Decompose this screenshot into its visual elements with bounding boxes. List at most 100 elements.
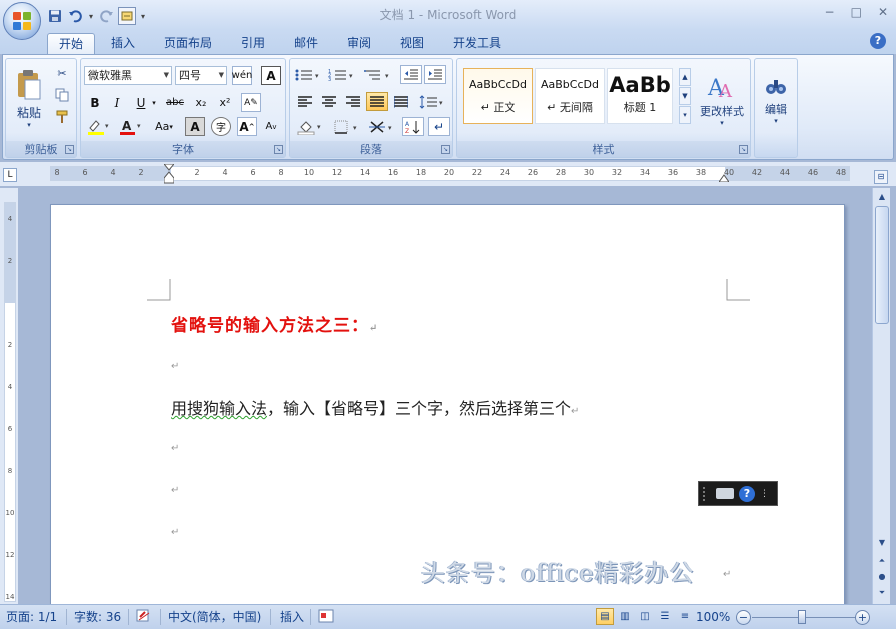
justify-icon[interactable] <box>366 92 388 111</box>
grow-font-button[interactable]: A ^ <box>237 117 257 136</box>
paste-button[interactable]: 粘贴 ▾ <box>9 61 49 137</box>
office-button[interactable] <box>3 2 41 40</box>
align-center-icon[interactable] <box>318 92 340 111</box>
zoom-out-button[interactable]: − <box>736 610 751 625</box>
heading-paragraph[interactable]: 省略号的输入方法之三：↵ <box>171 311 378 336</box>
char-border-icon[interactable]: A <box>261 66 281 85</box>
shrink-font-button[interactable]: Av <box>261 117 281 136</box>
align-left-icon[interactable] <box>294 92 316 111</box>
enclose-chars-icon[interactable]: 字 <box>211 117 231 136</box>
paragraph-launcher-icon[interactable]: ↘ <box>441 145 450 154</box>
ime-toolbar[interactable]: ? ⋮ <box>698 481 778 506</box>
show-marks-icon[interactable]: ↵ <box>428 117 450 136</box>
style-no-spacing[interactable]: AaBbCcDd ↵ 无间隔 <box>535 68 605 124</box>
close-button[interactable]: ✕ <box>878 5 888 19</box>
tab-insert[interactable]: 插入 <box>100 33 146 54</box>
numbering-icon[interactable]: 1 2 3 ▾ <box>326 65 358 84</box>
ime-options-icon[interactable]: ⋮ <box>760 489 769 499</box>
browse-object-icon[interactable]: ● <box>874 570 890 584</box>
styles-launcher-icon[interactable]: ↘ <box>739 145 748 154</box>
scroll-up-icon[interactable]: ▲ <box>874 190 890 204</box>
tab-developer[interactable]: 开发工具 <box>442 33 512 54</box>
styles-more-icon[interactable]: ▾ <box>679 106 691 124</box>
highlight-color-button[interactable]: ▾ <box>85 117 113 136</box>
distributed-icon[interactable] <box>390 92 412 111</box>
tab-review[interactable]: 审阅 <box>336 33 382 54</box>
shading-icon[interactable]: ▾ <box>294 117 328 136</box>
zoom-in-button[interactable]: + <box>855 610 870 625</box>
document-page[interactable]: 省略号的输入方法之三：↵ ↵ 用搜狗输入法，输入【省略号】三个字，然后选择第三个… <box>50 204 845 604</box>
empty-paragraph-4[interactable]: ↵ <box>171 527 179 538</box>
font-size-combo[interactable]: 四号 ▼ <box>175 66 227 85</box>
decrease-indent-icon[interactable] <box>400 65 422 84</box>
tab-view[interactable]: 视图 <box>389 33 435 54</box>
clipboard-launcher-icon[interactable]: ↘ <box>65 145 74 154</box>
body-paragraph[interactable]: 用搜狗输入法，输入【省略号】三个字，然后选择第三个↵ <box>171 395 579 419</box>
view-ruler-icon[interactable]: ⊟ <box>874 170 888 184</box>
superscript-button[interactable]: x² <box>215 93 235 112</box>
sort-icon[interactable]: AZ <box>402 117 424 136</box>
strikethrough-button[interactable]: abc <box>163 93 187 112</box>
previous-page-icon[interactable]: ⏶ <box>874 554 890 568</box>
empty-paragraph-3[interactable]: ↵ <box>171 485 179 496</box>
style-normal[interactable]: AaBbCcDd ↵ 正文 <box>463 68 533 124</box>
phonetic-guide-icon[interactable]: wén <box>232 66 252 85</box>
bullets-icon[interactable]: ▾ <box>292 65 324 84</box>
ime-help-icon[interactable]: ? <box>739 485 755 502</box>
clear-formatting-icon[interactable]: A✎ <box>241 93 261 112</box>
indent-marker-icon[interactable] <box>164 164 174 184</box>
outline-icon[interactable]: ☰ <box>656 608 674 625</box>
underline-button[interactable]: U <box>131 93 151 112</box>
font-color-button[interactable]: A ▾ <box>117 117 145 136</box>
tab-home[interactable]: 开始 <box>47 33 96 54</box>
next-page-icon[interactable]: ⏷ <box>874 586 890 600</box>
ime-grip-icon[interactable] <box>703 486 711 501</box>
macro-record-icon[interactable] <box>318 609 334 625</box>
copy-icon[interactable] <box>52 85 72 105</box>
draft-icon[interactable]: ≡ <box>676 608 694 625</box>
increase-indent-icon[interactable] <box>424 65 446 84</box>
language-indicator[interactable]: 中文(简体，中国) <box>168 609 261 625</box>
styles-scroll-down-icon[interactable]: ▼ <box>679 87 691 105</box>
font-launcher-icon[interactable]: ↘ <box>274 145 283 154</box>
tab-page-layout[interactable]: 页面布局 <box>153 33 223 54</box>
italic-button[interactable]: I <box>107 93 127 112</box>
full-screen-reading-icon[interactable]: ▥ <box>616 608 634 625</box>
font-name-combo[interactable]: 微软雅黑 ▼ <box>84 66 172 85</box>
keyboard-icon[interactable] <box>716 488 734 499</box>
change-case-button[interactable]: Aa ▾ <box>149 117 179 136</box>
zoom-level[interactable]: 100% <box>696 609 730 625</box>
web-layout-icon[interactable]: ◫ <box>636 608 654 625</box>
maximize-button[interactable]: □ <box>851 5 862 19</box>
styles-scroll-up-icon[interactable]: ▲ <box>679 68 691 86</box>
insert-mode[interactable]: 插入 <box>280 609 304 625</box>
help-icon[interactable]: ? <box>870 33 886 49</box>
proofing-icon[interactable] <box>136 609 152 625</box>
char-shading-icon[interactable]: A <box>185 117 205 136</box>
format-painter-icon[interactable] <box>52 107 72 127</box>
editing-button[interactable]: 编辑 ▾ <box>757 62 795 138</box>
minimize-button[interactable]: − <box>825 5 835 19</box>
bold-button[interactable]: B <box>85 93 105 112</box>
print-layout-icon[interactable]: ▤ <box>596 608 614 625</box>
multilevel-list-icon[interactable]: ▾ <box>362 65 394 84</box>
empty-paragraph-1[interactable]: ↵ <box>171 361 179 372</box>
scroll-down-icon[interactable]: ▼ <box>874 536 890 550</box>
line-spacing-icon[interactable]: ▾ <box>416 92 448 111</box>
tab-mailings[interactable]: 邮件 <box>283 33 329 54</box>
empty-paragraph-2[interactable]: ↵ <box>171 443 179 454</box>
chinese-layout-icon[interactable]: ▾ <box>366 117 398 136</box>
page-count[interactable]: 页面: 1/1 <box>6 609 57 625</box>
vertical-scrollbar[interactable]: ▲ ▼ ⏶ ● ⏷ <box>872 188 890 604</box>
zoom-slider-thumb[interactable] <box>798 610 806 624</box>
tab-selector-icon[interactable]: L <box>3 168 17 182</box>
right-indent-marker-icon[interactable] <box>719 172 729 182</box>
style-heading-1[interactable]: AaBb 标题 1 <box>607 68 673 124</box>
subscript-button[interactable]: x₂ <box>191 93 211 112</box>
borders-icon[interactable]: ▾ <box>330 117 364 136</box>
underline-dropdown-icon[interactable]: ▾ <box>149 93 159 112</box>
tab-references[interactable]: 引用 <box>230 33 276 54</box>
cut-icon[interactable]: ✂ <box>52 63 72 83</box>
change-styles-button[interactable]: AA 更改样式 ▾ <box>695 62 749 136</box>
word-count[interactable]: 字数: 36 <box>74 609 121 625</box>
